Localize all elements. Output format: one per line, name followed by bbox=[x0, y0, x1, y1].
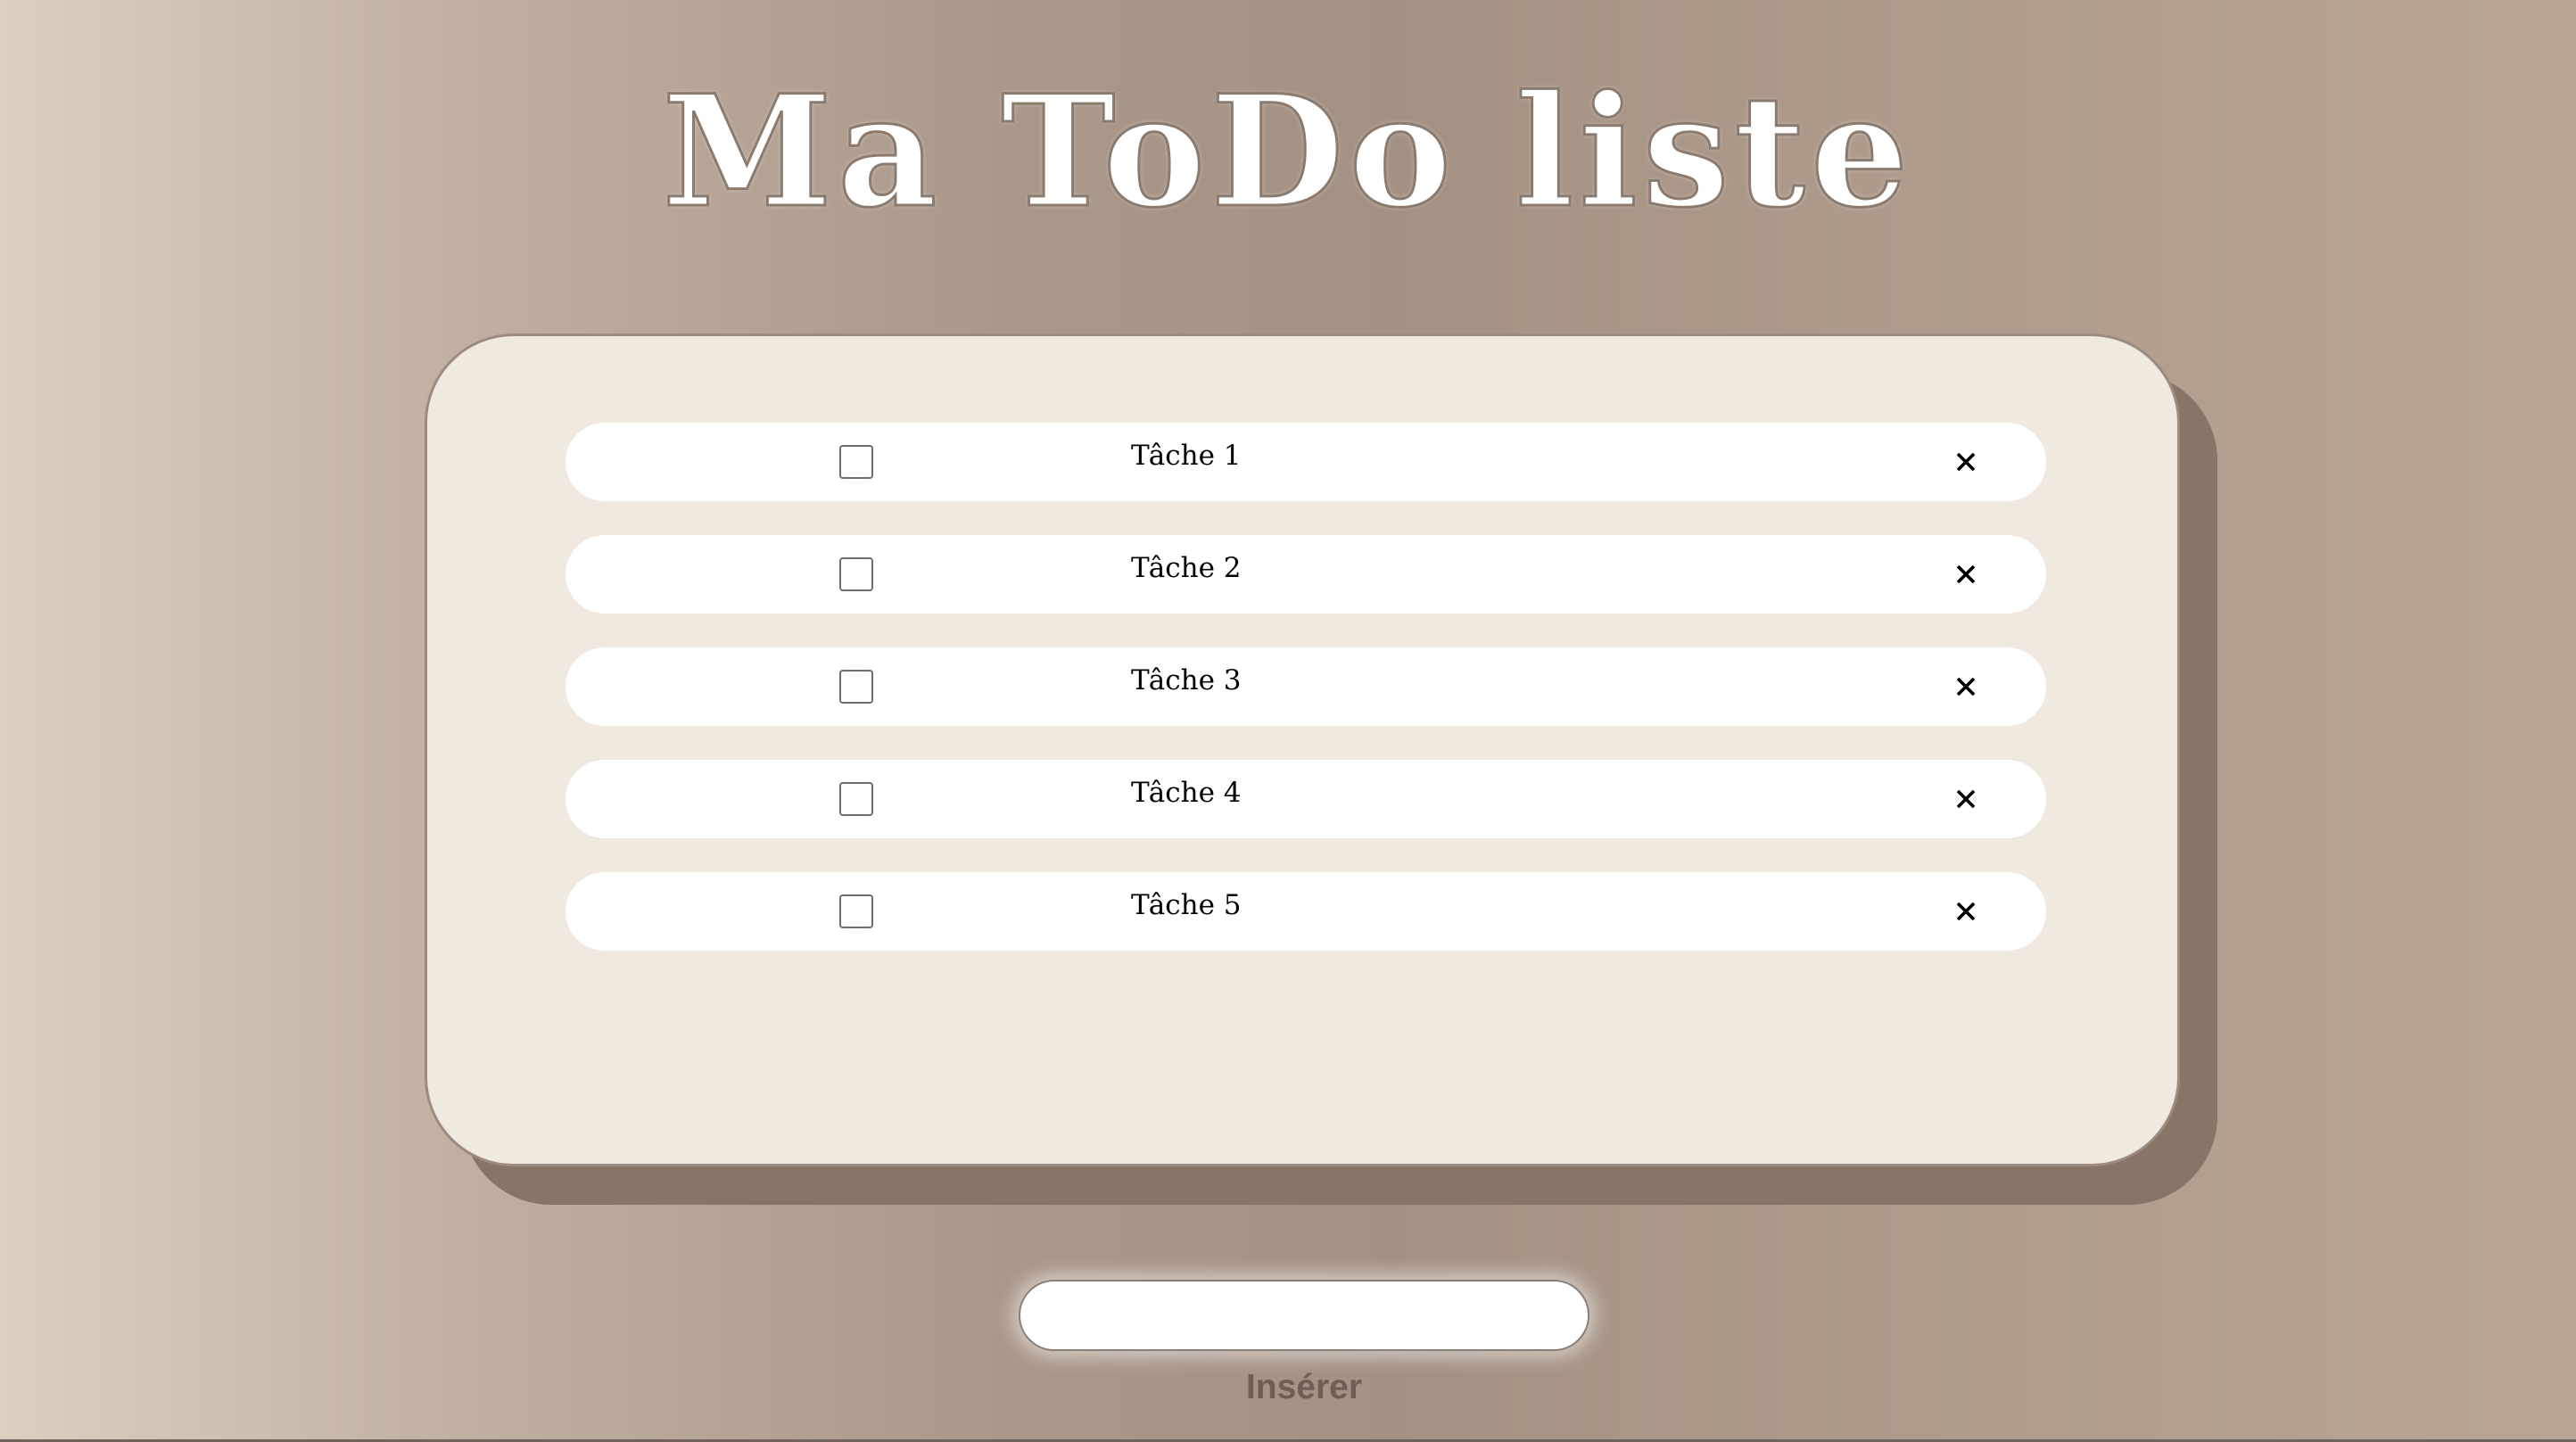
task-label: Tâche 2 bbox=[1131, 552, 1242, 584]
task-label: Tâche 5 bbox=[1131, 889, 1242, 921]
task-label: Tâche 4 bbox=[1131, 777, 1242, 809]
task-checkbox[interactable] bbox=[839, 894, 873, 928]
task-row: Tâche 1 bbox=[566, 423, 2046, 501]
todo-card: Tâche 1 Tâche 2 Tâche 3 Tâche 4 Tâche 5 bbox=[425, 334, 2180, 1166]
page-title: Ma ToDo liste bbox=[661, 61, 1914, 242]
new-task-input[interactable] bbox=[1019, 1280, 1589, 1351]
insert-button[interactable]: Insérer bbox=[1135, 1363, 1474, 1413]
delete-task-button[interactable] bbox=[1946, 555, 1986, 594]
task-label: Tâche 1 bbox=[1131, 440, 1242, 472]
task-checkbox[interactable] bbox=[839, 782, 873, 816]
close-icon bbox=[1956, 677, 1976, 696]
delete-task-button[interactable] bbox=[1946, 892, 1986, 931]
task-list: Tâche 1 Tâche 2 Tâche 3 Tâche 4 Tâche 5 bbox=[566, 423, 2046, 985]
task-checkbox[interactable] bbox=[839, 670, 873, 704]
task-row: Tâche 5 bbox=[566, 872, 2046, 951]
close-icon bbox=[1956, 564, 1976, 584]
close-icon bbox=[1956, 452, 1976, 472]
task-label: Tâche 3 bbox=[1131, 664, 1242, 696]
task-checkbox[interactable] bbox=[839, 445, 873, 479]
task-row: Tâche 3 bbox=[566, 647, 2046, 726]
task-checkbox[interactable] bbox=[839, 557, 873, 591]
delete-task-button[interactable] bbox=[1946, 667, 1986, 706]
delete-task-button[interactable] bbox=[1946, 779, 1986, 819]
close-icon bbox=[1956, 902, 1976, 921]
task-row: Tâche 2 bbox=[566, 535, 2046, 614]
delete-task-button[interactable] bbox=[1946, 442, 1986, 482]
close-icon bbox=[1956, 789, 1976, 809]
task-row: Tâche 4 bbox=[566, 760, 2046, 838]
